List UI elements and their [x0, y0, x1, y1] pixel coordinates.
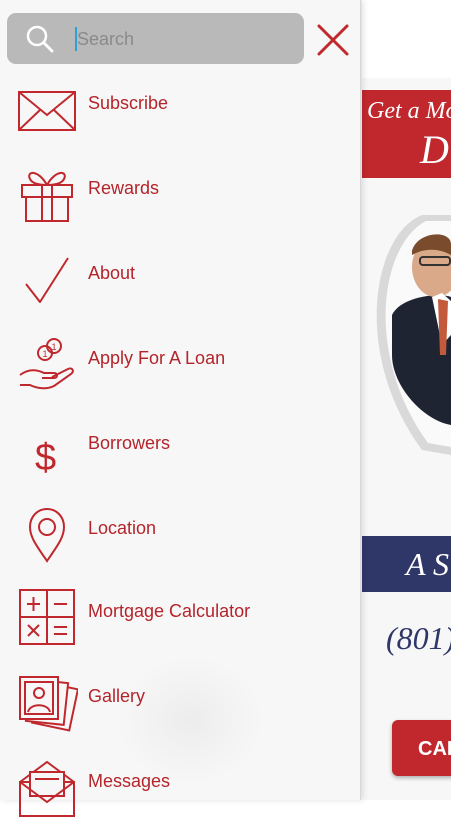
- menu-item-label: Mortgage Calculator: [88, 601, 251, 621]
- checkmark-icon: [25, 257, 69, 303]
- search-bar[interactable]: [7, 13, 304, 64]
- svg-text:1: 1: [52, 342, 57, 352]
- navigation-drawer: Subscribe Rewards About 1 1 Apply For A: [0, 0, 361, 817]
- menu-item-borrowers[interactable]: $ Borrowers: [0, 410, 360, 495]
- banner-line-2: D: [420, 127, 449, 172]
- menu-item-gallery[interactable]: Gallery: [0, 665, 360, 750]
- open-envelope-icon: [19, 760, 75, 817]
- menu-item-subscribe[interactable]: Subscribe: [0, 70, 360, 155]
- envelope-icon: [18, 91, 76, 131]
- menu-item-label: Gallery: [88, 686, 146, 706]
- close-icon[interactable]: [315, 23, 351, 57]
- menu-item-about[interactable]: About: [0, 240, 360, 325]
- calculator-icon: [19, 589, 75, 645]
- menu-item-label: About: [88, 263, 136, 283]
- search-icon: [26, 25, 54, 53]
- tagline-text: A S: [406, 546, 449, 582]
- call-button-label: CAL: [418, 738, 451, 760]
- call-button[interactable]: CAL: [392, 720, 451, 776]
- menu-item-mortgage-calculator[interactable]: Mortgage Calculator: [0, 580, 360, 665]
- menu-item-rewards[interactable]: Rewards: [0, 155, 360, 240]
- dollar-sign-icon: $: [35, 437, 56, 479]
- svg-text:1: 1: [43, 349, 48, 359]
- menu-item-label: Rewards: [88, 178, 160, 198]
- menu-item-label: Location: [88, 518, 157, 538]
- banner-line-1: Get a Mo: [367, 98, 451, 124]
- menu-item-label: Subscribe: [88, 93, 169, 113]
- app-header: [362, 0, 451, 78]
- phone-number[interactable]: (801): [386, 620, 451, 657]
- map-pin-icon: [28, 507, 66, 563]
- menu-item-label: Borrowers: [88, 433, 171, 453]
- tagline-strip: A S: [362, 536, 451, 592]
- svg-text:$: $: [35, 437, 56, 479]
- promo-banner: Get a Mo D: [362, 90, 451, 178]
- menu-item-label: Apply For A Loan: [88, 348, 226, 368]
- menu-item-messages[interactable]: Messages: [0, 750, 360, 835]
- menu-item-apply-for-a-loan[interactable]: 1 1 Apply For A Loan: [0, 325, 360, 410]
- menu-item-label: Messages: [88, 771, 171, 791]
- search-input[interactable]: [77, 27, 297, 51]
- hand-coins-icon: 1 1: [19, 338, 74, 390]
- agent-photo: [362, 215, 451, 455]
- gift-icon: [21, 172, 73, 222]
- photo-gallery-icon: [19, 676, 78, 732]
- menu-item-location[interactable]: Location: [0, 495, 360, 580]
